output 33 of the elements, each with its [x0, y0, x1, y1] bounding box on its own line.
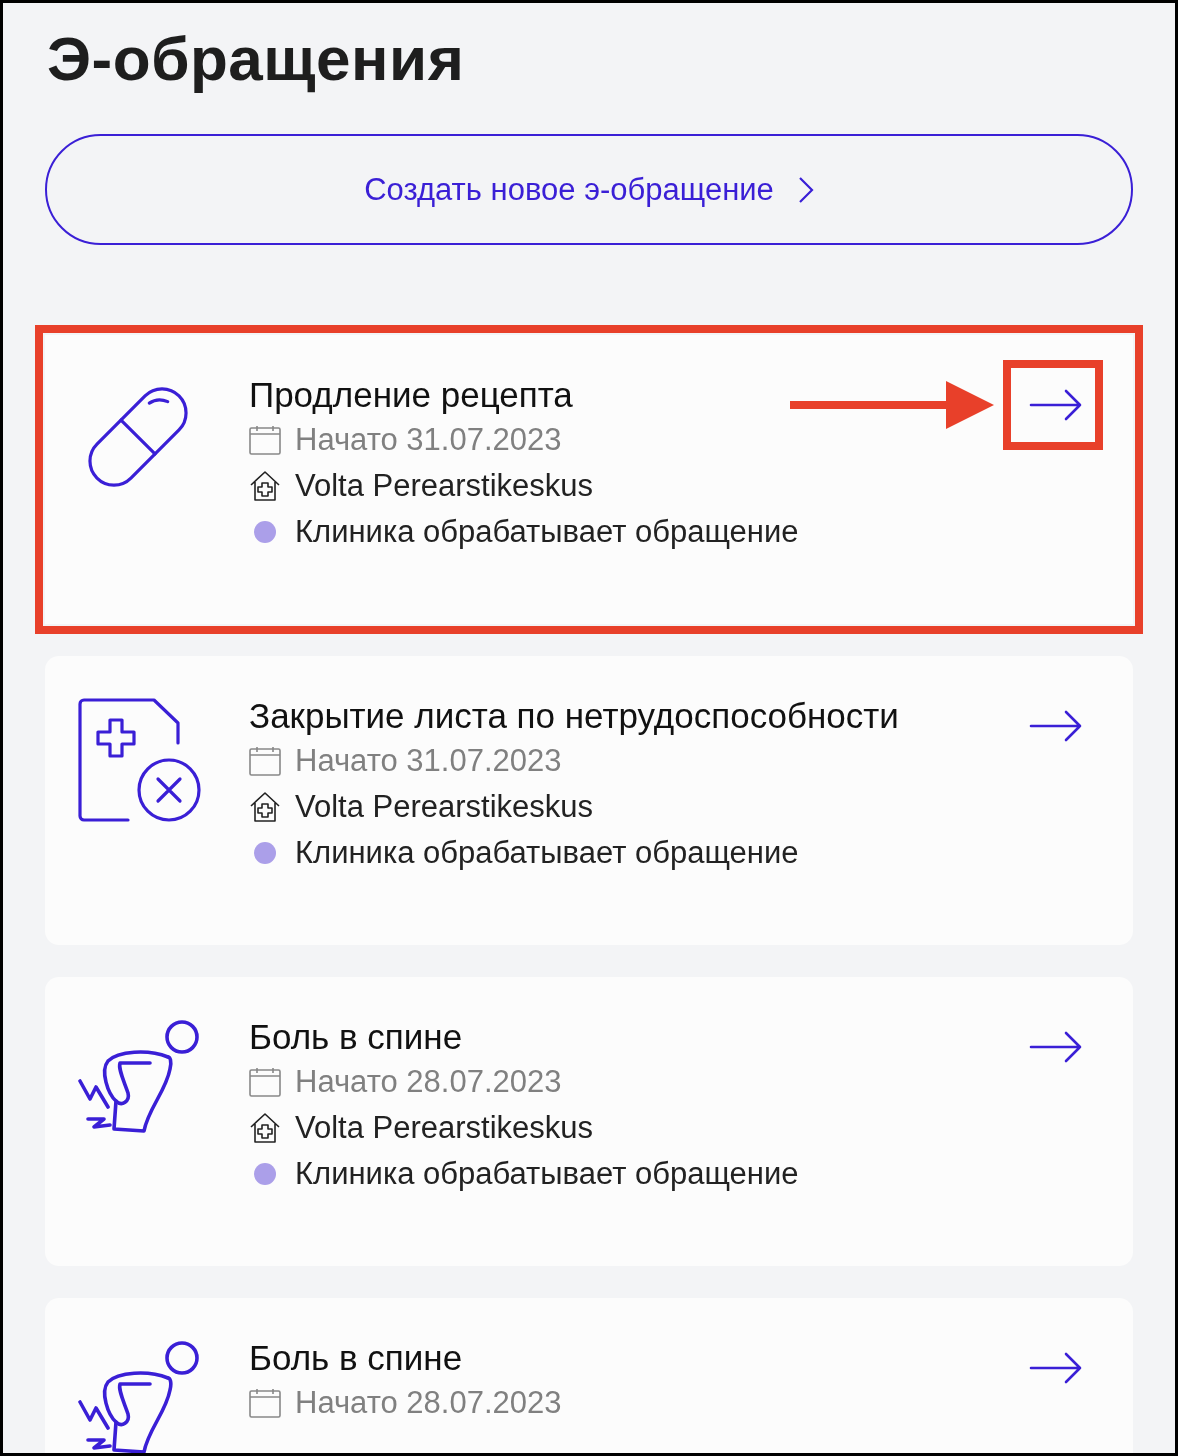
- calendar-icon: [249, 746, 281, 777]
- start-date: Начато 28.07.2023: [295, 1064, 562, 1101]
- request-card[interactable]: Боль в спине Начато 28.07.2023: [45, 1298, 1133, 1453]
- clinic-name: Volta Perearstikeskus: [295, 1110, 594, 1147]
- page-title: Э-обращения: [47, 25, 466, 94]
- start-date: Начато 31.07.2023: [295, 422, 562, 459]
- status-text: Клиника обрабатывает обращение: [295, 835, 799, 872]
- request-title: Боль в спине: [249, 1337, 463, 1380]
- request-card[interactable]: Боль в спине Начато 28.07.2023 Volta Perearstikeskus Клиника обрабатывает обращение: [45, 977, 1133, 1267]
- clinic-name: Volta Perearstikeskus: [295, 789, 594, 826]
- start-date: Начато 31.07.2023: [295, 743, 562, 780]
- create-request-button[interactable]: Создать новое э-обращение: [45, 134, 1133, 246]
- clinic-name: Volta Perearstikeskus: [295, 468, 594, 505]
- request-title: Продление рецепта: [249, 374, 573, 417]
- calendar-icon: [249, 1067, 281, 1098]
- calendar-icon: [249, 425, 281, 456]
- back-pain-icon: [78, 1340, 202, 1453]
- clinic-icon: [249, 470, 281, 503]
- request-title: Боль в спине: [249, 1016, 463, 1059]
- open-arrow-button[interactable]: [1029, 1030, 1083, 1065]
- request-title: Закрытие листа по нетрудоспособности: [249, 695, 899, 738]
- chevron-right-icon: [797, 175, 814, 204]
- open-arrow-button[interactable]: [1029, 709, 1083, 744]
- status-text: Клиника обрабатывает обращение: [295, 514, 799, 551]
- clinic-icon: [249, 791, 281, 824]
- open-arrow-button[interactable]: [1029, 388, 1083, 423]
- open-arrow-button[interactable]: [1029, 1351, 1083, 1386]
- calendar-icon: [249, 1388, 281, 1419]
- request-card[interactable]: Закрытие листа по нетрудоспособности Начато 31.07.2023 Volta Perearstikeskus Клиника обрабатывает обращение: [45, 656, 1133, 946]
- clinic-icon: [249, 1112, 281, 1145]
- medical-document-icon: [78, 698, 202, 823]
- start-date: Начато 28.07.2023: [295, 1385, 562, 1422]
- status-text: Клиника обрабатывает обращение: [295, 1156, 799, 1193]
